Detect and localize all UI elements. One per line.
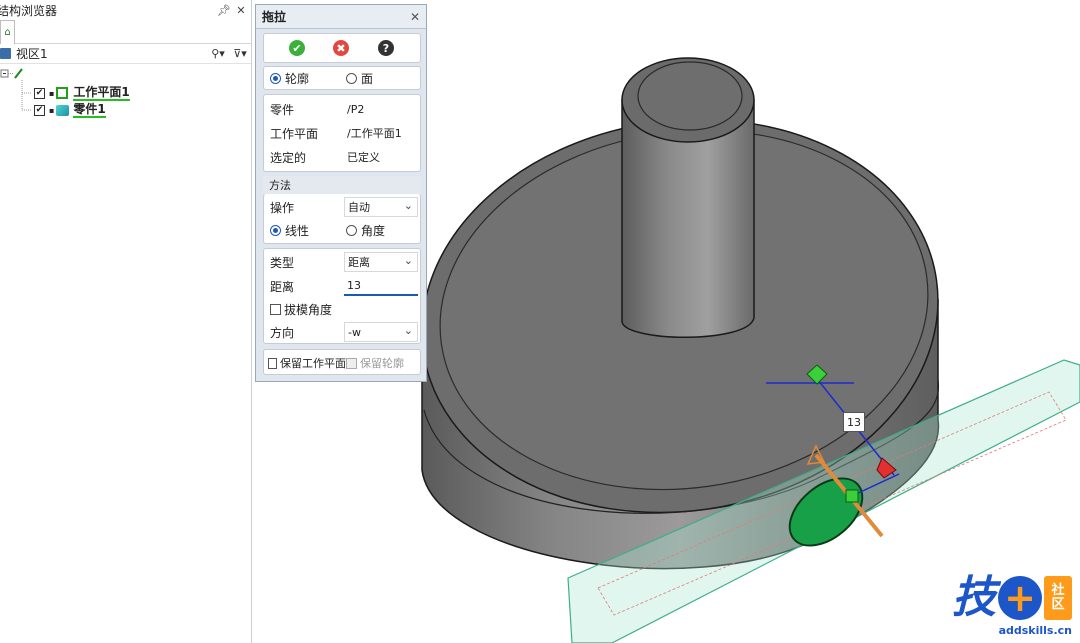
- method-header: 方法: [263, 176, 421, 194]
- pull-dialog: 拖拉 ✕ ✔ ✖ ? 轮廓 面 零件 /P2 工作平面 /工作平面1 选定的 已…: [255, 4, 427, 382]
- dimension-value-label[interactable]: 13: [843, 412, 865, 432]
- radio-angle-label: 角度: [361, 223, 386, 238]
- structure-browser-panel: 结构浏览器 📌︎ ✕ ⌂ 视区1 ⚲▾ ⊽▾ ✔ ▪ 工作平面1 ✔ ▪ 零件1: [0, 0, 252, 643]
- tab-structure[interactable]: ⌂: [0, 20, 15, 44]
- browser-tabs: ⌂: [0, 20, 251, 44]
- distance-row: 距离 13: [264, 275, 420, 297]
- radio-linear-icon[interactable]: [270, 224, 281, 236]
- shaft-top-inner: [637, 61, 743, 131]
- keep-plane-checkbox[interactable]: 保留工作平面: [268, 355, 346, 371]
- lock-icon: ▪: [49, 88, 55, 98]
- distance-label: 距离: [270, 279, 295, 294]
- filter-icon[interactable]: ⊽▾: [229, 47, 251, 60]
- direction-select[interactable]: -w: [344, 322, 418, 342]
- workplane-icon: [56, 87, 69, 99]
- radio-face-icon[interactable]: [346, 72, 357, 84]
- distance-input[interactable]: 13: [344, 276, 418, 296]
- help-button[interactable]: ?: [378, 40, 394, 56]
- draft-checkbox-box[interactable]: [270, 303, 281, 315]
- part-checkbox[interactable]: ✔: [34, 104, 45, 116]
- dialog-title-bar: 拖拉 ✕: [256, 5, 426, 29]
- tree-label-part: 零件1: [73, 101, 106, 118]
- radio-face-label: 面: [361, 71, 374, 86]
- tree-item-part[interactable]: ✔ ▪ 零件1: [34, 102, 106, 118]
- keep-profile-box[interactable]: [346, 357, 357, 369]
- browser-close-icon[interactable]: ✕: [234, 4, 248, 17]
- keep-plane-box[interactable]: [268, 357, 277, 369]
- radio-face[interactable]: 面: [346, 70, 373, 87]
- part-icon: [56, 104, 70, 116]
- radio-linear[interactable]: 线性: [270, 222, 346, 239]
- part-row: 零件 /P2: [264, 98, 420, 120]
- browser-header: 结构浏览器 📌︎ ✕: [0, 0, 251, 20]
- plane-field[interactable]: /工作平面1: [344, 123, 418, 143]
- radio-angle[interactable]: 角度: [346, 222, 385, 239]
- mode-section: 轮廓 面: [263, 66, 421, 90]
- radio-profile-label: 轮廓: [285, 71, 310, 86]
- radio-profile-icon[interactable]: [270, 72, 281, 84]
- structure-tab-icon: ⌂: [4, 27, 11, 38]
- operation-label: 操作: [270, 200, 295, 215]
- view-label: 视区1: [16, 47, 48, 61]
- watermark-logo: 技 + 社 区 addskills.cn: [952, 574, 1072, 637]
- selected-row: 选定的 已定义: [264, 146, 420, 168]
- keep-profile-label: 保留轮廓: [360, 357, 404, 370]
- draft-row: 拔模角度: [264, 298, 420, 320]
- action-bar: ✔ ✖ ?: [263, 33, 421, 63]
- selection-section: 零件 /P2 工作平面 /工作平面1 选定的 已定义: [263, 94, 421, 172]
- operation-select[interactable]: 自动: [344, 197, 418, 217]
- watermark-url: addskills.cn: [998, 624, 1072, 637]
- type-label: 类型: [270, 255, 295, 270]
- part-field[interactable]: /P2: [344, 99, 418, 119]
- pin-icon[interactable]: 📌︎: [217, 4, 231, 17]
- part-label: 零件: [270, 102, 295, 117]
- params-section: 类型 距离 距离 13 拔模角度 方向 -w: [263, 248, 421, 344]
- cancel-button[interactable]: ✖: [333, 40, 349, 56]
- tree-label-workplane: 工作平面1: [73, 84, 130, 101]
- plane-row: 工作平面 /工作平面1: [264, 122, 420, 144]
- watermark-badge: 社 区: [1044, 576, 1072, 620]
- draft-label: 拔模角度: [284, 302, 333, 317]
- radio-angle-icon[interactable]: [346, 224, 357, 236]
- keep-profile-checkbox[interactable]: 保留轮廓: [346, 355, 404, 371]
- type-row: 类型 距离: [264, 251, 420, 273]
- dialog-close-icon[interactable]: ✕: [410, 10, 420, 24]
- type-select[interactable]: 距离: [344, 252, 418, 272]
- linear-angle-row: 线性 角度: [264, 219, 420, 241]
- radio-profile[interactable]: 轮廓: [270, 70, 346, 87]
- anchor-point-icon[interactable]: [845, 489, 859, 503]
- view-row[interactable]: 视区1 ⚲▾ ⊽▾: [0, 44, 251, 64]
- lock-icon: ▪: [49, 105, 55, 115]
- browser-title: 结构浏览器: [0, 3, 58, 18]
- tree-item-workplane[interactable]: ✔ ▪ 工作平面1: [34, 85, 130, 101]
- badge-bottom: 区: [1051, 597, 1065, 612]
- keep-section: 保留工作平面 保留轮廓: [263, 349, 421, 375]
- badge-top: 社: [1051, 583, 1065, 598]
- draft-input[interactable]: [344, 299, 418, 319]
- selected-label: 选定的: [270, 150, 307, 165]
- watermark-plus-icon: +: [998, 576, 1042, 620]
- mode-row: 轮廓 面: [264, 67, 420, 89]
- draft-checkbox[interactable]: 拔模角度: [270, 301, 346, 318]
- keep-row: 保留工作平面 保留轮廓: [264, 352, 420, 374]
- watermark-char: 技: [952, 572, 996, 623]
- direction-label: 方向: [270, 325, 295, 340]
- plane-label: 工作平面: [270, 126, 319, 141]
- direction-row: 方向 -w: [264, 321, 420, 343]
- dialog-title: 拖拉: [262, 10, 287, 24]
- selected-field[interactable]: 已定义: [344, 147, 418, 167]
- method-section: 操作 自动 线性 角度: [263, 194, 421, 244]
- find-icon[interactable]: ⚲▾: [207, 47, 229, 60]
- workplane-checkbox[interactable]: ✔: [34, 87, 45, 99]
- keep-plane-label: 保留工作平面: [280, 357, 346, 370]
- radio-linear-label: 线性: [285, 223, 310, 238]
- operation-row: 操作 自动: [264, 196, 420, 218]
- viewport-icon: [0, 48, 11, 59]
- ok-button[interactable]: ✔: [289, 40, 305, 56]
